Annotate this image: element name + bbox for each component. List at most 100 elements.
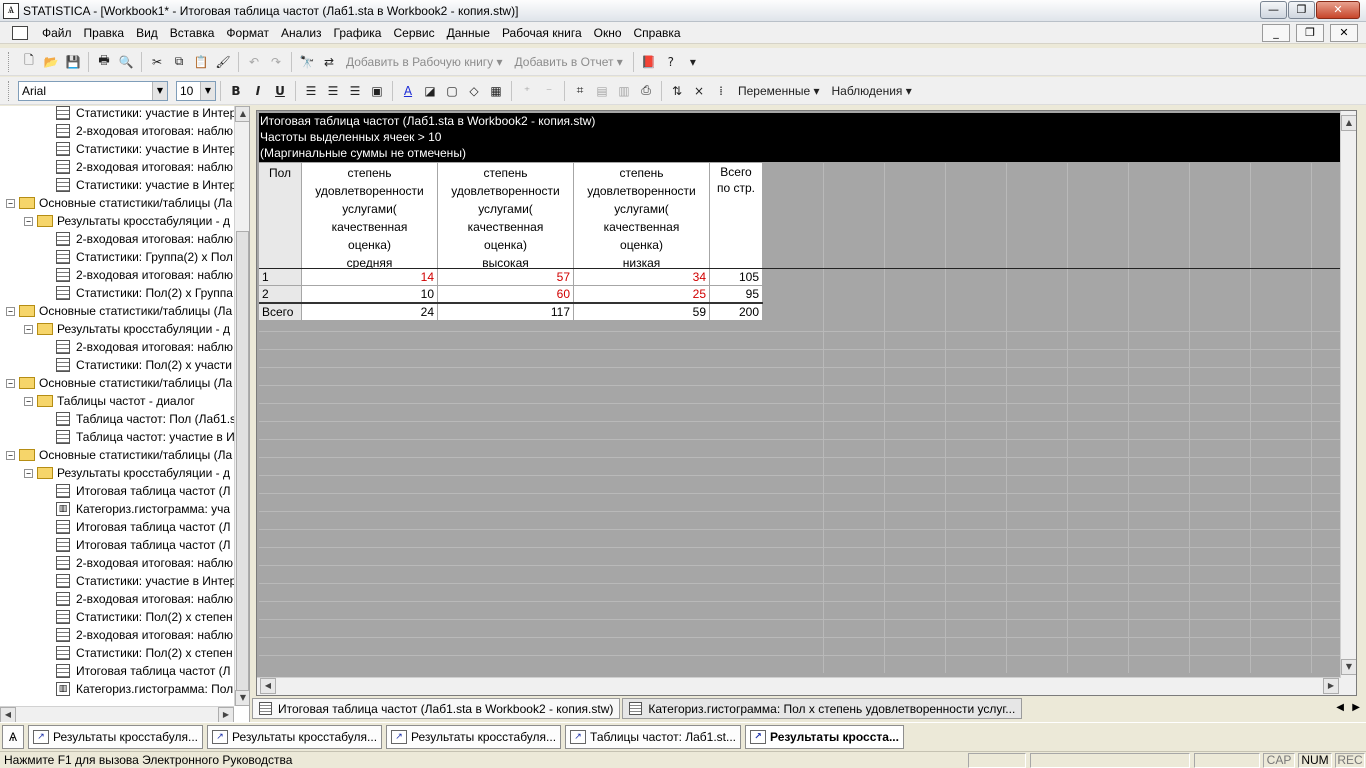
- table-cell[interactable]: 34: [574, 269, 709, 285]
- menu-graphs[interactable]: Графика: [328, 26, 388, 40]
- tree-item[interactable]: Статистики: Группа(2) х Пол: [56, 248, 233, 266]
- observations-menu[interactable]: Наблюдения ▾: [825, 84, 917, 98]
- scroll-left-icon[interactable]: ◀: [260, 678, 276, 694]
- border-icon[interactable]: ▢: [442, 81, 462, 101]
- tab-scroll-right-icon[interactable]: ▶: [1352, 702, 1360, 713]
- align-left-icon[interactable]: ☰: [301, 81, 321, 101]
- task-frequency-tables[interactable]: ↗ Таблицы частот: Лаб1.st...: [565, 724, 742, 749]
- task-crosstab-2[interactable]: ↗ Результаты кросстабуля...: [207, 724, 383, 749]
- printer-small-icon[interactable]: ⎙: [636, 81, 656, 101]
- paste-icon[interactable]: 📋: [191, 52, 211, 72]
- tab-histogram[interactable]: Категориз.гистограмма: Пол х степень удо…: [622, 698, 1023, 719]
- tab-scroll-left-icon[interactable]: ◀: [1336, 702, 1344, 713]
- menu-edit[interactable]: Правка: [78, 26, 131, 40]
- maximize-button[interactable]: ❐: [1288, 1, 1315, 19]
- close-button[interactable]: ✕: [1316, 1, 1360, 19]
- font-color-icon[interactable]: A: [398, 81, 418, 101]
- tree-item[interactable]: Статистики: участие в Интер: [56, 106, 236, 122]
- table-cell[interactable]: 10: [302, 286, 437, 302]
- tree-item[interactable]: 2-входовая итоговая: наблю: [56, 158, 233, 176]
- tree-vertical-scrollbar[interactable]: ▲ ▼: [234, 106, 249, 706]
- add-to-report-button[interactable]: Добавить в Отчет ▾: [509, 55, 629, 69]
- task-crosstab-1[interactable]: ↗ Результаты кросстабуля...: [28, 724, 204, 749]
- minimize-button[interactable]: —: [1260, 1, 1287, 19]
- book-icon[interactable]: 📕: [639, 52, 659, 72]
- bold-button[interactable]: B: [226, 81, 246, 101]
- collapse-icon[interactable]: −: [24, 216, 33, 226]
- tree-item[interactable]: ▥ Категориз.гистограмма: Пол: [56, 680, 233, 698]
- tab-frequency-table[interactable]: Итоговая таблица частот (Лаб1.sta в Work…: [252, 698, 621, 719]
- table-style-icon[interactable]: ▥: [614, 81, 634, 101]
- decrease-decimal-icon[interactable]: ⁻: [539, 81, 559, 101]
- transpose-icon[interactable]: ⁞: [711, 81, 731, 101]
- collapse-icon[interactable]: −: [6, 306, 15, 316]
- collapse-icon[interactable]: −: [6, 450, 15, 460]
- format-painter-icon[interactable]: 🖌: [213, 52, 233, 72]
- menu-tools[interactable]: Сервис: [387, 26, 440, 40]
- font-select[interactable]: Arial ▼: [18, 80, 168, 101]
- statistica-window-icon[interactable]: Ѧ: [2, 724, 24, 749]
- merge-icon[interactable]: ▣: [367, 81, 387, 101]
- scroll-up-icon[interactable]: ▲: [1341, 115, 1356, 131]
- tree-item[interactable]: − Результаты кросстабуляции - д: [24, 212, 230, 230]
- tree-item[interactable]: 2-входовая итоговая: наблю: [56, 230, 233, 248]
- collapse-icon[interactable]: −: [24, 324, 33, 334]
- scroll-right-icon[interactable]: ▶: [218, 707, 234, 722]
- menu-window[interactable]: Окно: [588, 26, 628, 40]
- column-header[interactable]: Всего по стр.: [710, 163, 762, 268]
- tree-item[interactable]: Статистики: Пол(2) х Группа: [56, 284, 233, 302]
- align-right-icon[interactable]: ☰: [345, 81, 365, 101]
- copy-icon[interactable]: ⧉: [169, 52, 189, 72]
- table-cell[interactable]: 59: [574, 304, 709, 320]
- table-cell[interactable]: 200: [710, 304, 762, 320]
- row-label[interactable]: 2: [259, 286, 301, 302]
- tree-item[interactable]: − Основные статистики/таблицы (Ла: [6, 374, 232, 392]
- scroll-right-icon[interactable]: ▶: [1323, 678, 1339, 694]
- scroll-down-icon[interactable]: ▼: [1341, 659, 1356, 675]
- highlight-icon[interactable]: ◇: [464, 81, 484, 101]
- mdi-restore-button[interactable]: ❐: [1296, 24, 1324, 42]
- table-format-icon[interactable]: ▤: [592, 81, 612, 101]
- formula-icon[interactable]: ×: [689, 81, 709, 101]
- row-label[interactable]: 1: [259, 269, 301, 285]
- mdi-close-button[interactable]: ✕: [1330, 24, 1358, 42]
- tree-item[interactable]: Статистики: Пол(2) х степен: [56, 608, 233, 626]
- increase-decimal-icon[interactable]: ⁺: [517, 81, 537, 101]
- table-cell[interactable]: 14: [302, 269, 437, 285]
- tree-item[interactable]: Итоговая таблица частот (Л: [56, 482, 231, 500]
- tree-item[interactable]: Таблица частот: участие в И: [56, 428, 235, 446]
- column-header[interactable]: степень удовлетворенности услугами(качеств…: [574, 163, 709, 268]
- scrollbar-thumb[interactable]: [236, 231, 249, 691]
- toolbar-options-icon[interactable]: ▾: [683, 52, 703, 72]
- statistica-icon[interactable]: Ѧ: [3, 2, 19, 19]
- underline-button[interactable]: U: [270, 81, 290, 101]
- collapse-icon[interactable]: −: [24, 396, 33, 406]
- tree-item[interactable]: 2-входовая итоговая: наблю: [56, 338, 233, 356]
- table-cell[interactable]: 60: [438, 286, 573, 302]
- tree-item[interactable]: − Основные статистики/таблицы (Ла: [6, 446, 232, 464]
- tree-item[interactable]: − Основные статистики/таблицы (Ла: [6, 302, 232, 320]
- grid-icon[interactable]: ▦: [486, 81, 506, 101]
- column-header[interactable]: степень удовлетворенности услугами(качеств…: [302, 163, 437, 268]
- menu-view[interactable]: Вид: [130, 26, 164, 40]
- replace-icon[interactable]: ⇄: [319, 52, 339, 72]
- fill-color-icon[interactable]: ◪: [420, 81, 440, 101]
- toolbar-grip[interactable]: [8, 80, 12, 101]
- column-header[interactable]: Пол: [259, 163, 301, 268]
- scroll-down-icon[interactable]: ▼: [235, 690, 249, 706]
- tree-item[interactable]: Итоговая таблица частот (Л: [56, 536, 231, 554]
- scroll-left-icon[interactable]: ◀: [0, 707, 16, 722]
- sheet-vertical-scrollbar[interactable]: ▲ ▼: [1340, 111, 1356, 695]
- menu-workbook[interactable]: Рабочая книга: [496, 26, 588, 40]
- tree-item[interactable]: 2-входовая итоговая: наблю: [56, 626, 233, 644]
- cut-icon[interactable]: ✂: [147, 52, 167, 72]
- tree-item[interactable]: 2-входовая итоговая: наблю: [56, 590, 233, 608]
- spreadsheet[interactable]: Итоговая таблица частот (Лаб1.sta в Work…: [256, 110, 1357, 696]
- table-cell[interactable]: 117: [438, 304, 573, 320]
- undo-icon[interactable]: ↶: [244, 52, 264, 72]
- column-header[interactable]: степень удовлетворенности услугами(качеств…: [438, 163, 573, 268]
- tree-item[interactable]: − Таблицы частот - диалог: [24, 392, 195, 410]
- table-cell[interactable]: 57: [438, 269, 573, 285]
- chevron-down-icon[interactable]: ▼: [152, 81, 167, 100]
- chevron-down-icon[interactable]: ▼: [200, 81, 215, 100]
